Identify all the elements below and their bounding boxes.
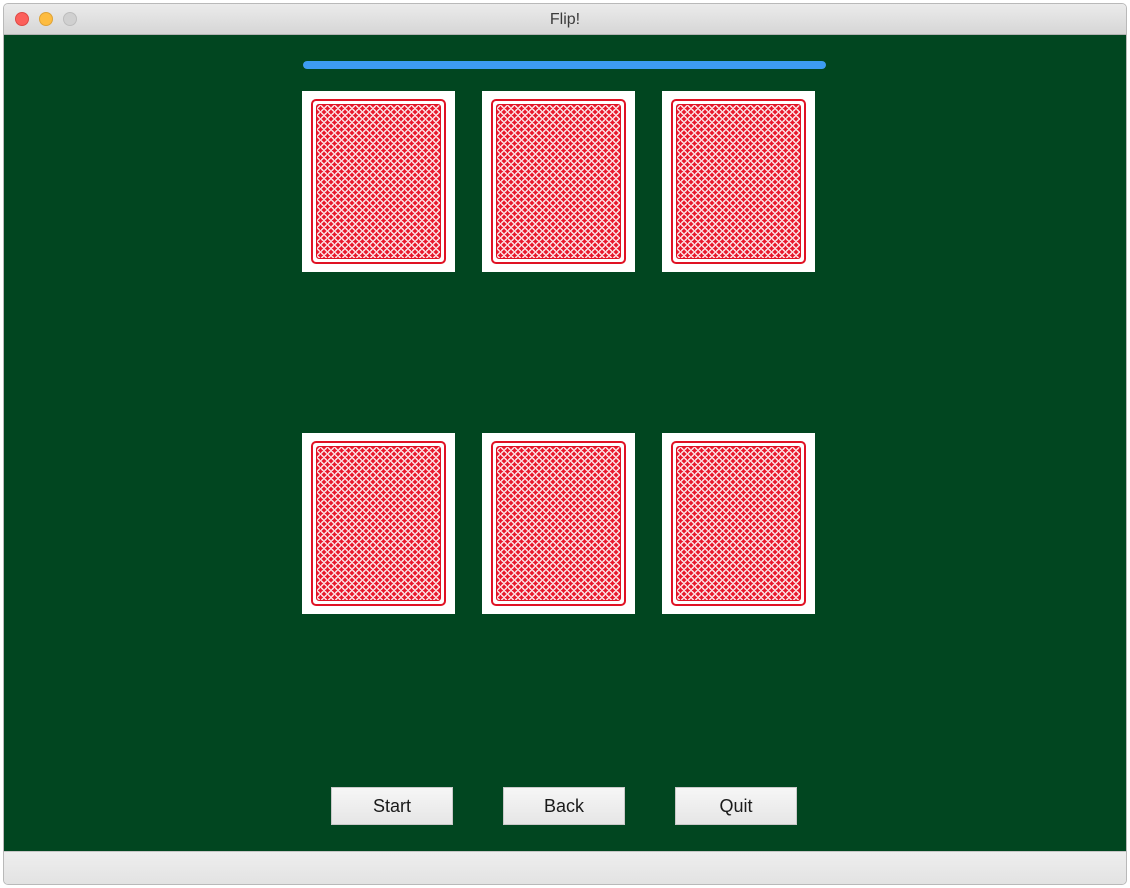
card-back-icon [311, 441, 446, 606]
card-5[interactable] [482, 433, 635, 614]
card-back-pattern [676, 446, 801, 601]
start-button[interactable]: Start [331, 787, 453, 825]
timer-progress-bar [303, 61, 826, 69]
app-window: Flip! Start Back Quit [3, 3, 1127, 885]
card-back-pattern [496, 104, 621, 259]
timer-progress-fill [303, 61, 826, 69]
back-button[interactable]: Back [503, 787, 625, 825]
card-back-icon [311, 99, 446, 264]
game-table: Start Back Quit [4, 35, 1126, 851]
card-back-icon [671, 99, 806, 264]
card-back-pattern [316, 104, 441, 259]
card-6[interactable] [662, 433, 815, 614]
card-1[interactable] [302, 91, 455, 272]
card-back-icon [491, 99, 626, 264]
window-title: Flip! [549, 11, 581, 28]
card-back-icon [491, 441, 626, 606]
card-4[interactable] [302, 433, 455, 614]
card-back-pattern [676, 104, 801, 259]
status-bar [4, 851, 1126, 884]
card-2[interactable] [482, 91, 635, 272]
title-bar: Flip! [4, 4, 1126, 35]
quit-button[interactable]: Quit [675, 787, 797, 825]
card-back-pattern [316, 446, 441, 601]
card-3[interactable] [662, 91, 815, 272]
card-back-icon [671, 441, 806, 606]
card-back-pattern [496, 446, 621, 601]
